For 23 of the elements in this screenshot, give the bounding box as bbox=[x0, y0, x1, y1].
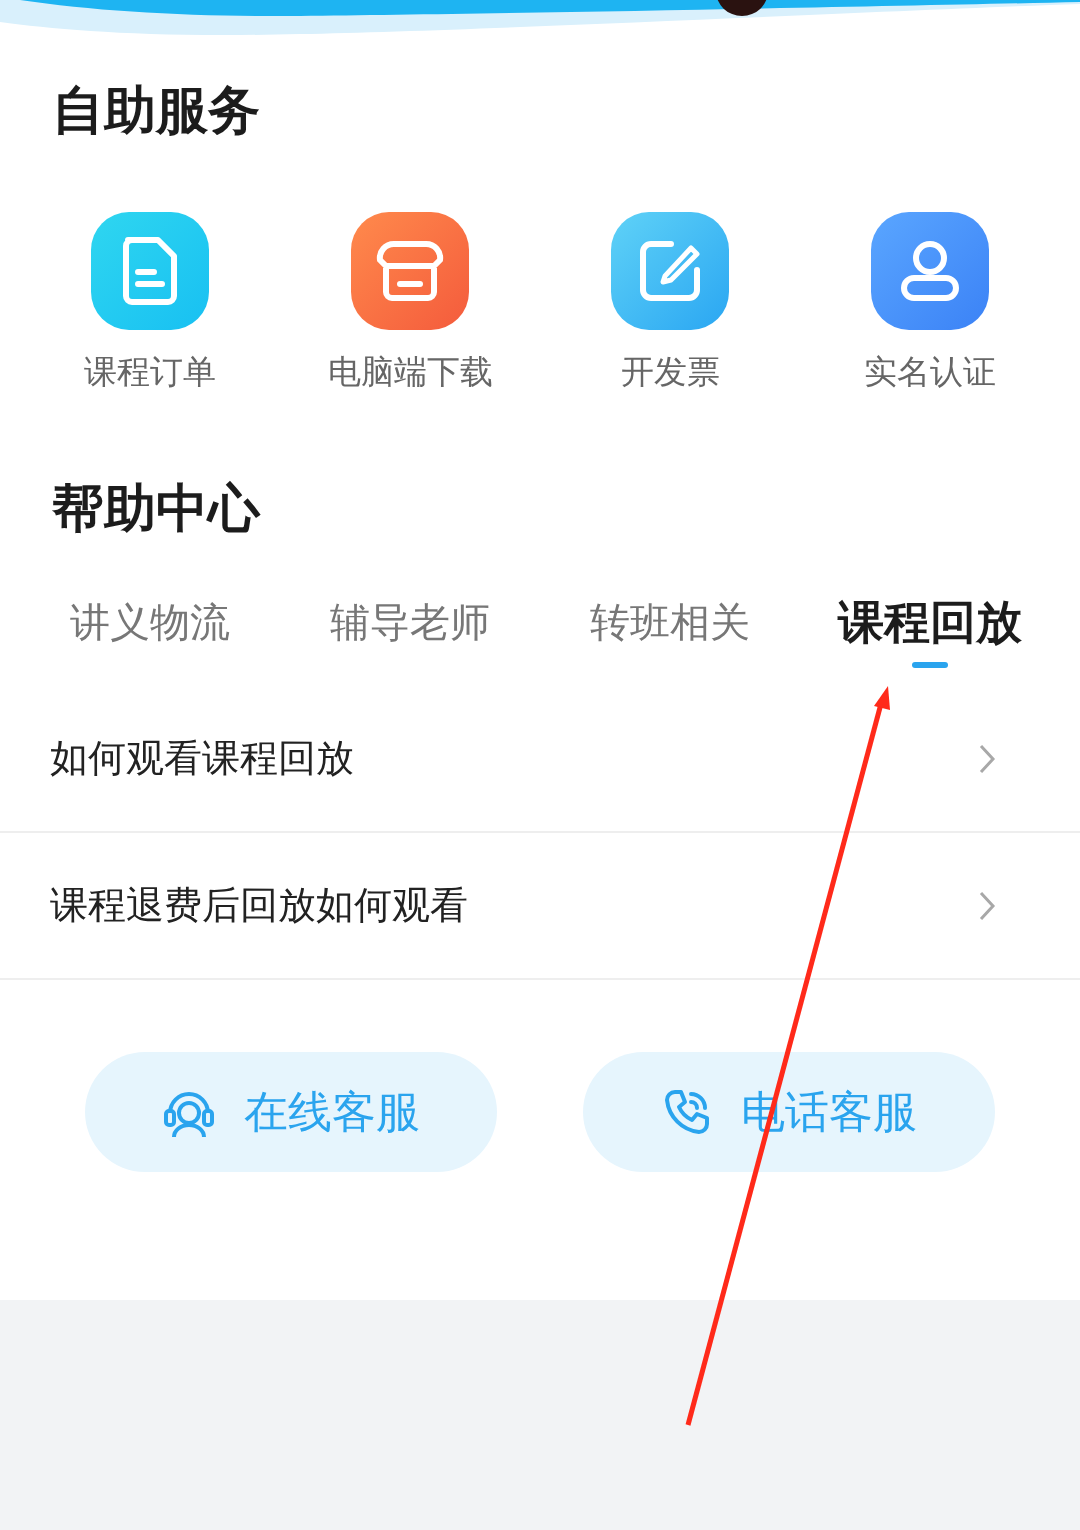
service-item[interactable]: 开发票 bbox=[540, 212, 800, 394]
section-title: 帮助中心 bbox=[51, 478, 262, 538]
chevron-icon bbox=[978, 889, 996, 922]
category-tab[interactable]: 辅导老师 bbox=[330, 594, 490, 650]
service-label: 实名认证 bbox=[864, 351, 996, 393]
question-row[interactable]: 如何观看课程回放 bbox=[0, 686, 1080, 833]
service-label: 电脑端下载 bbox=[327, 351, 493, 393]
category-tab[interactable]: 课程回放 bbox=[838, 594, 1022, 650]
person-icon bbox=[898, 238, 962, 304]
category-tab[interactable]: 讲义物流 bbox=[70, 594, 230, 650]
service-item[interactable]: 实名认证 bbox=[800, 212, 1060, 394]
chevron-icon bbox=[978, 742, 996, 775]
category-tab[interactable]: 转班相关 bbox=[590, 594, 750, 650]
question-text: 课程退费后回放如何观看 bbox=[50, 882, 468, 929]
question-text: 如何观看课程回放 bbox=[50, 735, 354, 782]
service-item[interactable]: 电脑端下载 bbox=[280, 212, 540, 394]
service-label: 课程订单 bbox=[84, 351, 216, 393]
service-label: 开发票 bbox=[620, 351, 720, 393]
tab-indicator bbox=[912, 662, 948, 668]
question-row[interactable]: 课程退费后回放如何观看 bbox=[0, 833, 1080, 980]
edit-icon bbox=[637, 238, 703, 304]
section-title: 自助服务 bbox=[51, 80, 261, 140]
service-item[interactable]: 课程订单 bbox=[20, 212, 280, 394]
